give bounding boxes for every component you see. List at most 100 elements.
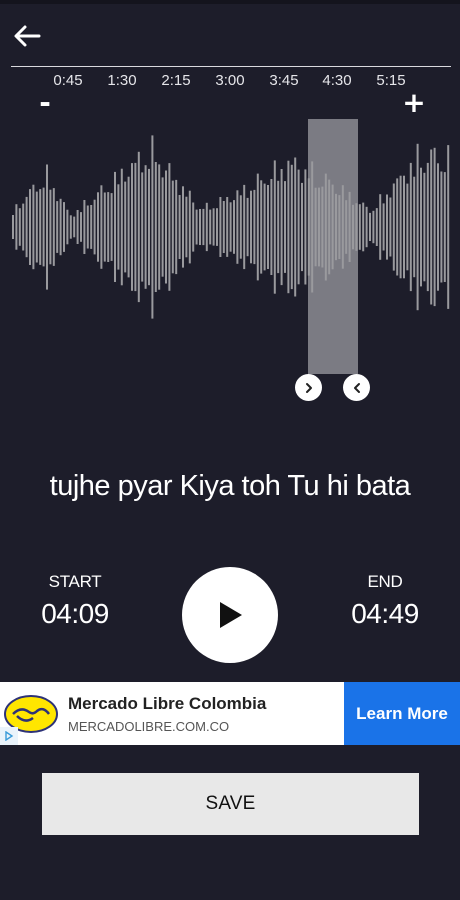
waveform-bar [144, 165, 147, 289]
waveform-bar [52, 188, 55, 266]
waveform-bar [267, 185, 269, 269]
waveform-bar [426, 162, 429, 292]
waveform-bar [236, 190, 239, 264]
waveform-bar [151, 135, 154, 319]
waveform-bar [15, 204, 18, 250]
waveform-bar [420, 167, 422, 287]
waveform-bar [114, 171, 116, 282]
waveform-bar [437, 163, 439, 291]
waveform-bar [290, 164, 293, 290]
waveform-bar [219, 197, 222, 257]
waveform-bar [243, 184, 246, 270]
save-button[interactable]: SAVE [42, 773, 419, 835]
waveform-bar [185, 196, 188, 258]
back-button[interactable] [10, 20, 44, 52]
ad-title: Mercado Libre Colombia [68, 693, 267, 713]
waveform-bar [443, 172, 446, 282]
waveform-bar [430, 149, 433, 305]
waveform-bar [307, 178, 310, 276]
start-label: START [48, 572, 102, 591]
waveform-bar [358, 204, 361, 250]
waveform-bar [253, 189, 256, 265]
waveform-bar [29, 189, 31, 265]
waveform-bar [233, 200, 235, 254]
waveform-bar [416, 143, 419, 311]
status-bar-strip [0, 0, 460, 4]
waveform-bar [107, 192, 110, 262]
waveform-bar [304, 169, 307, 285]
waveform-bar [331, 184, 334, 270]
timeline-tick: 3:00 [215, 72, 245, 89]
waveform-bar [297, 169, 300, 285]
waveform-bar [175, 179, 178, 275]
waveform-bar [212, 208, 215, 246]
play-button[interactable] [182, 567, 278, 663]
end-value: 04:49 [351, 598, 419, 629]
waveform-bar [372, 210, 375, 244]
learn-more-button[interactable]: Learn More [344, 682, 460, 745]
waveform-bar [345, 200, 348, 254]
end-time[interactable]: END 04:49 [335, 572, 435, 630]
waveform-bar [256, 173, 259, 281]
waveform-bar [202, 208, 205, 246]
waveform-bar [226, 197, 229, 257]
waveform-bar [239, 195, 242, 259]
waveform-bar [355, 203, 358, 251]
waveform-bar [148, 168, 150, 286]
selection-end-handle[interactable] [343, 374, 370, 401]
waveform-bar [63, 202, 65, 252]
waveform-bar [66, 209, 69, 245]
waveform-bar [39, 189, 42, 265]
arrow-left-icon [14, 25, 41, 47]
waveform-bar [362, 202, 365, 252]
waveform-bar [161, 177, 164, 277]
waveform-bar [318, 187, 320, 267]
waveform-bar [124, 181, 127, 273]
waveform-bar [83, 200, 86, 254]
ad-text[interactable]: Mercado Libre Colombia MERCADOLIBRE.COM.… [62, 682, 344, 745]
waveform[interactable] [0, 115, 460, 375]
waveform-bar [49, 189, 52, 265]
waveform-bar [158, 164, 161, 290]
waveform-bar [127, 176, 130, 278]
waveform-bar [165, 170, 167, 284]
waveform-bar [110, 193, 113, 261]
timeline-tick: 3:45 [269, 72, 299, 89]
waveform-bar [301, 182, 303, 272]
waveform-bar [324, 173, 327, 281]
waveform-bar [250, 190, 252, 264]
ad-banner[interactable]: Mercado Libre Colombia MERCADOLIBRE.COM.… [0, 682, 460, 745]
waveform-bar [168, 163, 171, 291]
adchoices-icon[interactable] [0, 727, 18, 745]
selection-start-handle[interactable] [295, 374, 322, 401]
waveform-bar [369, 212, 371, 241]
waveform-bar [341, 185, 344, 269]
waveform-bar [199, 209, 201, 245]
waveform-bar [379, 194, 382, 260]
waveform-bar [59, 198, 62, 256]
waveform-bar [22, 203, 25, 251]
waveform-bar [25, 196, 28, 258]
timeline-ticks: 0:45 1:30 2:15 3:00 3:45 4:30 5:15 [0, 72, 460, 92]
waveform-bar [352, 204, 354, 250]
waveform-bar [403, 175, 405, 279]
waveform-bar [131, 163, 133, 291]
waveform-bar [375, 208, 378, 246]
waveform-bar [178, 195, 181, 259]
timeline-tick: 2:15 [161, 72, 191, 89]
waveform-bar [76, 210, 79, 244]
start-value: 04:09 [41, 598, 109, 629]
waveform-bar [338, 195, 341, 259]
waveform-bar [141, 172, 144, 282]
waveform-bar [409, 162, 412, 292]
waveform-bar [69, 215, 72, 239]
waveform-bar [100, 185, 103, 269]
waveform-bar [389, 197, 392, 257]
waveform-bar [284, 181, 286, 273]
waveform-bar [18, 208, 21, 246]
start-time[interactable]: START 04:09 [25, 572, 125, 630]
waveform-bar [311, 161, 314, 293]
waveform-bar [277, 180, 280, 274]
waveform-bar [86, 205, 89, 249]
waveform-bar [447, 145, 450, 309]
